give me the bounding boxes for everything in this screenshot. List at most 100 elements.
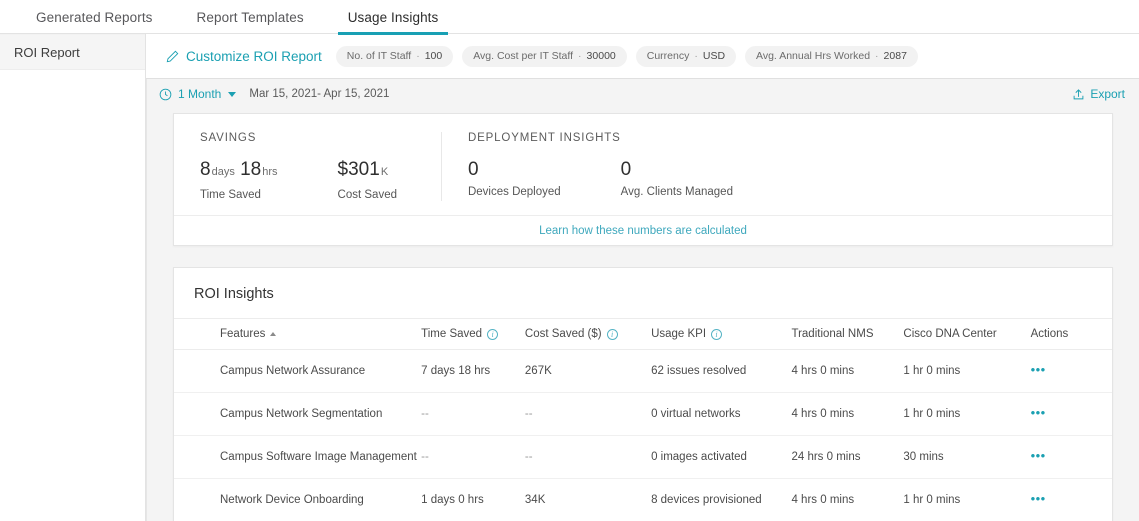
chip-no-of-it-staff[interactable]: No. of IT Staff · 100 <box>335 45 454 67</box>
cell-traditional-nms: 24 hrs 0 mins <box>791 435 904 479</box>
chip-separator: · <box>875 50 879 62</box>
row-actions-menu-icon[interactable]: ••• <box>1031 362 1046 377</box>
column-header-time-saved[interactable]: Time Saved i <box>421 318 525 350</box>
export-icon <box>1072 88 1085 101</box>
avg-clients-label: Avg. Clients Managed <box>620 186 733 198</box>
metric-time-saved: 8days 18hrs Time Saved <box>200 158 278 201</box>
customize-roi-report-button[interactable]: Customize ROI Report <box>166 49 322 64</box>
avg-clients-value: 0 <box>620 159 632 180</box>
cell-feature: Campus Software Image Management <box>174 435 422 479</box>
row-actions-menu-icon[interactable]: ••• <box>1031 491 1046 506</box>
sidebar: ROI Report <box>0 34 146 521</box>
table-row[interactable]: Campus Network Segmentation -- -- 0 virt… <box>174 392 1112 436</box>
table-row[interactable]: Campus Software Image Management -- -- 0… <box>174 435 1112 479</box>
column-header-traditional-nms[interactable]: Traditional NMS <box>791 318 904 350</box>
cost-saved-label: Cost Saved <box>337 189 397 201</box>
table-row[interactable]: Network Device Onboarding 1 days 0 hrs 3… <box>174 478 1112 521</box>
cell-time-saved: -- <box>421 435 525 479</box>
sidebar-item-roi-report[interactable]: ROI Report <box>0 34 145 70</box>
cell-cost-saved: 267K <box>524 349 652 393</box>
roi-insights-title: ROI Insights <box>194 286 274 302</box>
chip-avg-cost-per-it-staff[interactable]: Avg. Cost per IT Staff · 30000 <box>462 45 627 67</box>
cell-actions: ••• <box>1030 435 1112 479</box>
table-header: Features Time Saved i Cost Saved ($) i U… <box>174 318 1112 350</box>
time-saved-hrs-unit: hrs <box>262 166 278 178</box>
tab-usage-insights[interactable]: Usage Insights <box>326 0 461 35</box>
column-header-cisco-dna-center[interactable]: Cisco DNA Center <box>903 318 1031 350</box>
page-body: ROI Report Customize ROI Report No. of I… <box>0 34 1139 521</box>
metric-cost-saved: $301K Cost Saved <box>338 158 397 201</box>
metric-avg-clients-managed: 0 Avg. Clients Managed <box>621 158 733 198</box>
info-icon[interactable]: i <box>606 328 618 340</box>
time-saved-days-unit: days <box>211 166 235 178</box>
column-header-features[interactable]: Features <box>174 318 422 350</box>
cell-time-saved: 1 days 0 hrs <box>421 478 525 521</box>
scroll-area[interactable]: 1 Month Mar 15, 2021- Apr 15, 2021 Expor… <box>146 79 1139 521</box>
metric-devices-deployed: 0 Devices Deployed <box>468 158 561 198</box>
cell-usage-kpi: 0 virtual networks <box>651 392 792 436</box>
clock-icon <box>159 88 172 101</box>
top-tab-bar: Generated Reports Report Templates Usage… <box>0 0 1139 35</box>
range-bar: 1 Month Mar 15, 2021- Apr 15, 2021 Expor… <box>147 79 1139 109</box>
range-label: 1 Month <box>178 87 222 101</box>
cell-cisco-dna-center: 1 hr 0 mins <box>903 478 1031 521</box>
tab-label: Generated Reports <box>36 9 153 25</box>
cell-usage-kpi: 0 images activated <box>651 435 792 479</box>
time-saved-label: Time Saved <box>200 189 261 201</box>
export-button[interactable]: Export <box>1072 87 1125 101</box>
sidebar-item-label: ROI Report <box>14 44 80 60</box>
time-saved-days: 8 <box>200 159 211 180</box>
cell-cost-saved: -- <box>524 392 652 436</box>
tab-generated-reports[interactable]: Generated Reports <box>14 0 175 34</box>
column-label: Actions <box>1030 328 1069 340</box>
table-header-row: Features Time Saved i Cost Saved ($) i U… <box>174 318 1112 350</box>
time-saved-hrs: 18 <box>240 159 262 180</box>
time-range-selector[interactable]: 1 Month <box>159 87 237 101</box>
cell-cisco-dna-center: 1 hr 0 mins <box>903 392 1031 436</box>
chip-separator: · <box>578 50 582 62</box>
devices-deployed-value: 0 <box>467 159 479 180</box>
learn-how-calculated-link[interactable]: Learn how these numbers are calculated <box>539 225 747 237</box>
cell-traditional-nms: 4 hrs 0 mins <box>791 349 904 393</box>
learn-more-row: Learn how these numbers are calculated <box>174 216 1112 245</box>
cell-feature: Campus Network Assurance <box>174 349 422 393</box>
range-dates: Mar 15, 2021- Apr 15, 2021 <box>249 88 390 100</box>
cell-traditional-nms: 4 hrs 0 mins <box>791 392 904 436</box>
cost-saved-value: $301K <box>338 158 397 184</box>
info-icon[interactable]: i <box>487 328 499 340</box>
cell-cost-saved: -- <box>524 435 652 479</box>
roi-insights-table: Features Time Saved i Cost Saved ($) i U… <box>174 318 1112 521</box>
pencil-icon <box>166 50 179 63</box>
chip-currency[interactable]: Currency · USD <box>635 45 737 67</box>
column-label: Cisco DNA Center <box>903 328 997 340</box>
row-actions-menu-icon[interactable]: ••• <box>1031 448 1046 463</box>
devices-deployed-label: Devices Deployed <box>467 186 561 198</box>
parameter-chips: No. of IT Staff · 100 Avg. Cost per IT S… <box>335 45 918 67</box>
chip-value: 100 <box>424 50 443 62</box>
cell-actions: ••• <box>1030 349 1112 393</box>
content-area: Customize ROI Report No. of IT Staff · 1… <box>146 34 1139 521</box>
column-header-usage-kpi[interactable]: Usage KPI i <box>651 318 792 350</box>
chip-separator: · <box>694 50 698 62</box>
row-actions-menu-icon[interactable]: ••• <box>1031 405 1046 420</box>
chip-label: Avg. Cost per IT Staff <box>473 50 574 62</box>
export-label: Export <box>1090 87 1125 101</box>
sort-ascending-icon[interactable] <box>270 332 277 336</box>
cell-usage-kpi: 62 issues resolved <box>651 349 792 393</box>
savings-title: SAVINGS <box>200 132 257 144</box>
customize-bar: Customize ROI Report No. of IT Staff · 1… <box>146 34 1139 79</box>
chip-avg-annual-hrs-worked[interactable]: Avg. Annual Hrs Worked · 2087 <box>745 45 918 67</box>
savings-metrics: 8days 18hrs Time Saved $301K Cost Saved <box>200 158 397 201</box>
table-row[interactable]: Campus Network Assurance 7 days 18 hrs 2… <box>174 349 1112 393</box>
chevron-down-icon[interactable] <box>228 91 237 97</box>
column-header-actions: Actions <box>1030 318 1112 350</box>
info-icon[interactable]: i <box>711 328 723 340</box>
column-header-cost-saved[interactable]: Cost Saved ($) i <box>524 318 652 350</box>
cell-feature: Network Device Onboarding <box>174 478 422 521</box>
tab-report-templates[interactable]: Report Templates <box>175 0 326 34</box>
cell-actions: ••• <box>1030 478 1112 521</box>
cell-feature: Campus Network Segmentation <box>174 392 422 436</box>
time-saved-value: 8days 18hrs <box>200 158 278 184</box>
cost-saved-amount: $301 <box>337 159 380 180</box>
chip-label: Avg. Annual Hrs Worked <box>756 50 871 62</box>
